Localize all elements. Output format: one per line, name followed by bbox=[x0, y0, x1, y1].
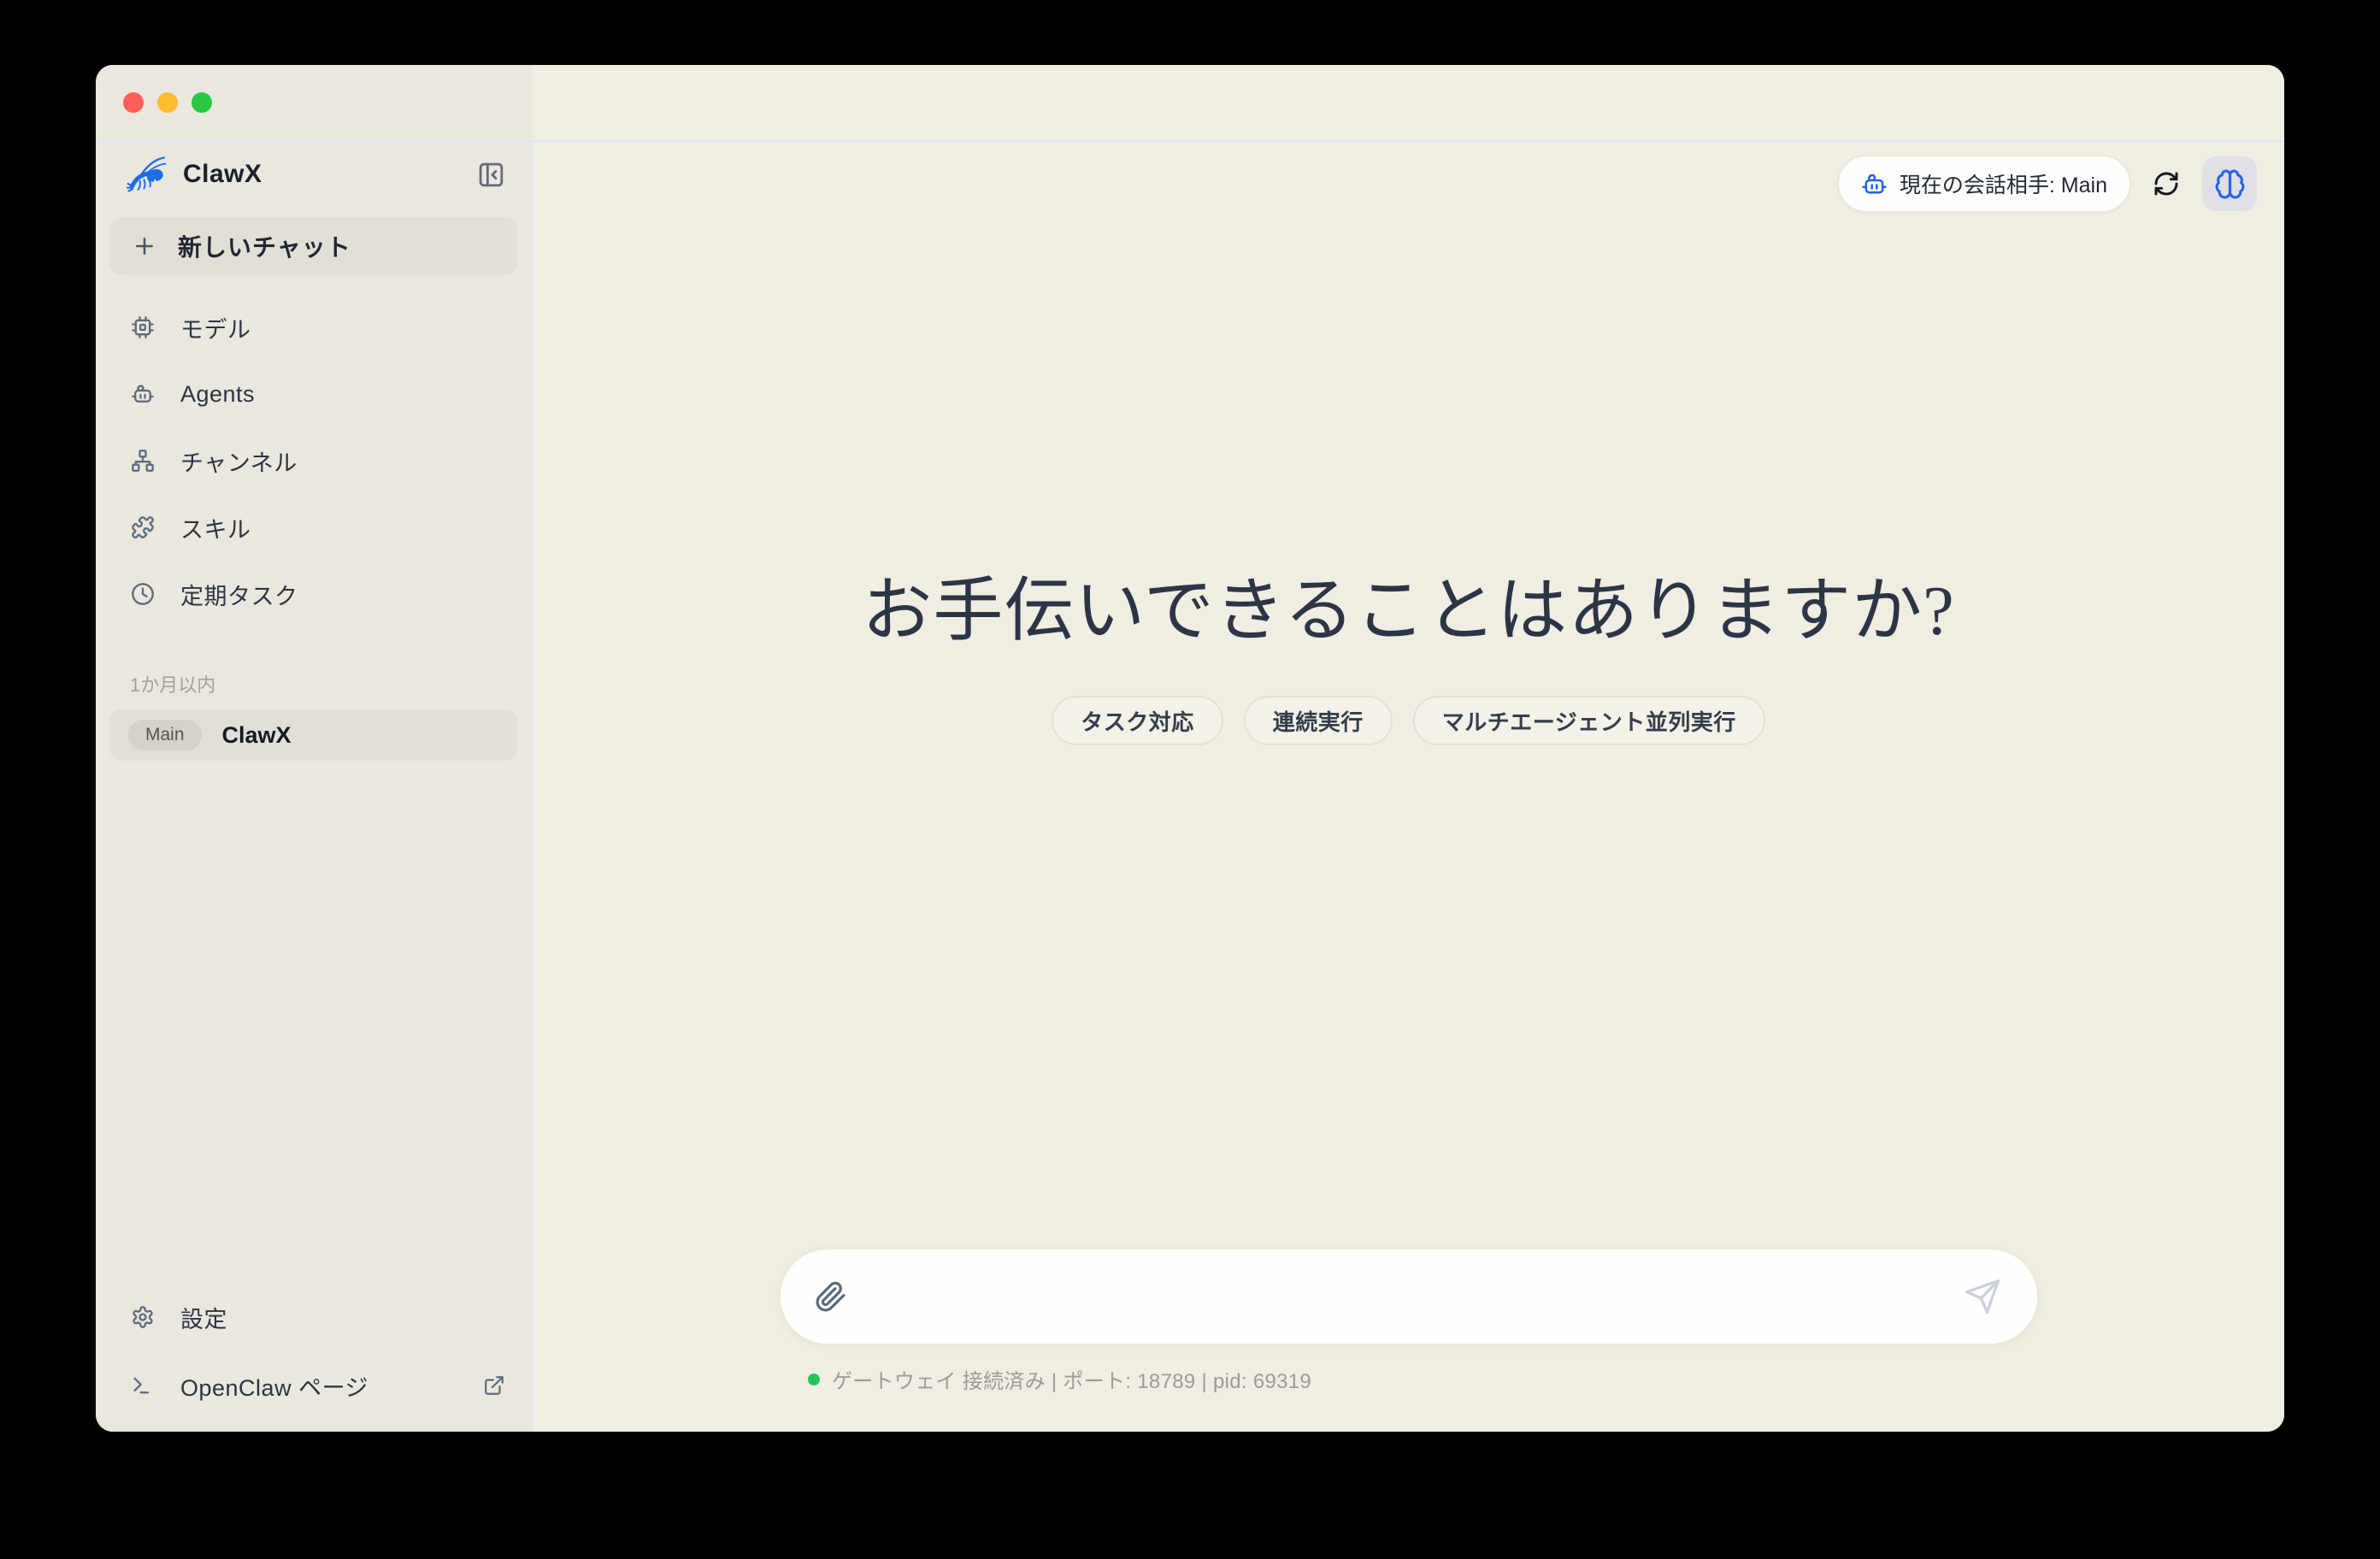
sidebar-item-scheduled-tasks[interactable]: 定期タスク bbox=[96, 561, 531, 627]
greeting-heading: お手伝いできることはありますか? bbox=[533, 553, 2284, 655]
close-button[interactable] bbox=[123, 92, 144, 113]
lobster-logo-icon bbox=[121, 153, 169, 196]
sidebar-item-settings[interactable]: 設定 bbox=[96, 1283, 531, 1351]
sidebar-item-channels[interactable]: チャンネル bbox=[96, 427, 531, 494]
panel-collapse-icon bbox=[477, 161, 505, 189]
current-agent-pill[interactable]: 現在の会話相手: Main bbox=[1838, 156, 2130, 212]
history-item-title: ClawX bbox=[222, 722, 292, 749]
sidebar-item-skills[interactable]: スキル bbox=[96, 494, 531, 561]
settings-label: 設定 bbox=[180, 1301, 227, 1334]
current-agent-label: 現在の会話相手: Main bbox=[1900, 168, 2107, 199]
refresh-button[interactable] bbox=[2153, 170, 2180, 197]
new-chat-button[interactable]: 新しいチャット bbox=[109, 217, 517, 275]
titlebar bbox=[96, 65, 2284, 142]
chip-multi-agent[interactable]: マルチエージェント並列実行 bbox=[1413, 696, 1765, 745]
sidebar-item-openclaw-page[interactable]: OpenClaw ページ bbox=[96, 1351, 531, 1420]
network-icon bbox=[131, 449, 155, 473]
chip-task-support[interactable]: タスク対応 bbox=[1052, 696, 1223, 745]
refresh-icon bbox=[2153, 170, 2180, 197]
sidebar: ClawX 新しいチャット bbox=[96, 142, 533, 1432]
send-icon bbox=[1964, 1278, 2001, 1315]
history-item-clawx[interactable]: Main ClawX bbox=[109, 709, 517, 761]
chat-main-area: 現在の会話相手: Main bbox=[533, 142, 2284, 1432]
brain-icon bbox=[2214, 168, 2246, 200]
main-badge: Main bbox=[128, 720, 202, 750]
status-connected-dot bbox=[808, 1374, 820, 1385]
suggestion-chips: タスク対応 連続実行 マルチエージェント並列実行 bbox=[533, 696, 2284, 745]
send-button[interactable] bbox=[1964, 1278, 2001, 1315]
attach-button[interactable] bbox=[815, 1280, 847, 1313]
external-link-icon bbox=[483, 1374, 505, 1397]
brain-button[interactable] bbox=[2202, 156, 2257, 211]
brand-row: ClawX bbox=[96, 147, 531, 202]
sidebar-spacer bbox=[96, 761, 531, 1283]
plus-icon bbox=[132, 233, 157, 259]
new-chat-label: 新しいチャット bbox=[178, 229, 351, 263]
sidebar-item-agents[interactable]: Agents bbox=[96, 361, 531, 427]
bot-icon bbox=[131, 382, 155, 406]
sidebar-item-label: チャンネル bbox=[180, 444, 298, 478]
titlebar-main-segment bbox=[533, 65, 2284, 140]
clock-icon bbox=[131, 582, 155, 606]
paperclip-icon bbox=[815, 1280, 847, 1313]
composer-input[interactable] bbox=[868, 1283, 1943, 1310]
cpu-icon bbox=[131, 315, 155, 339]
puzzle-icon bbox=[131, 515, 155, 539]
minimize-button[interactable] bbox=[157, 92, 178, 113]
sidebar-nav: モデル Agents bbox=[96, 294, 531, 627]
app-window: ClawX 新しいチャット bbox=[96, 65, 2284, 1432]
header-controls: 現在の会話相手: Main bbox=[1838, 156, 2257, 212]
history-section-label: 1か月以内 bbox=[96, 670, 531, 697]
gear-icon bbox=[131, 1305, 155, 1329]
sidebar-collapse-button[interactable] bbox=[477, 161, 505, 189]
sidebar-item-label: モデル bbox=[180, 311, 251, 344]
gateway-status: ゲートウェイ 接続済み | ポート: 18789 | pid: 69319 bbox=[808, 1364, 1311, 1394]
chip-continuous-run[interactable]: 連続実行 bbox=[1244, 696, 1393, 745]
titlebar-sidebar-segment bbox=[96, 65, 533, 140]
openclaw-label: OpenClaw ページ bbox=[180, 1369, 368, 1403]
status-text: ゲートウェイ 接続済み | ポート: 18789 | pid: 69319 bbox=[832, 1364, 1311, 1394]
sidebar-item-label: Agents bbox=[180, 381, 255, 408]
sidebar-item-models[interactable]: モデル bbox=[96, 294, 531, 361]
sidebar-item-label: 定期タスク bbox=[180, 578, 298, 611]
app-title: ClawX bbox=[183, 160, 262, 189]
sidebar-item-label: スキル bbox=[180, 511, 251, 544]
history-section: 1か月以内 Main ClawX bbox=[96, 670, 531, 761]
terminal-icon bbox=[131, 1374, 155, 1397]
message-composer bbox=[780, 1249, 2038, 1344]
sidebar-footer: 設定 OpenClaw ページ bbox=[96, 1283, 531, 1432]
bot-icon bbox=[1861, 171, 1888, 197]
zoom-button[interactable] bbox=[191, 92, 212, 113]
